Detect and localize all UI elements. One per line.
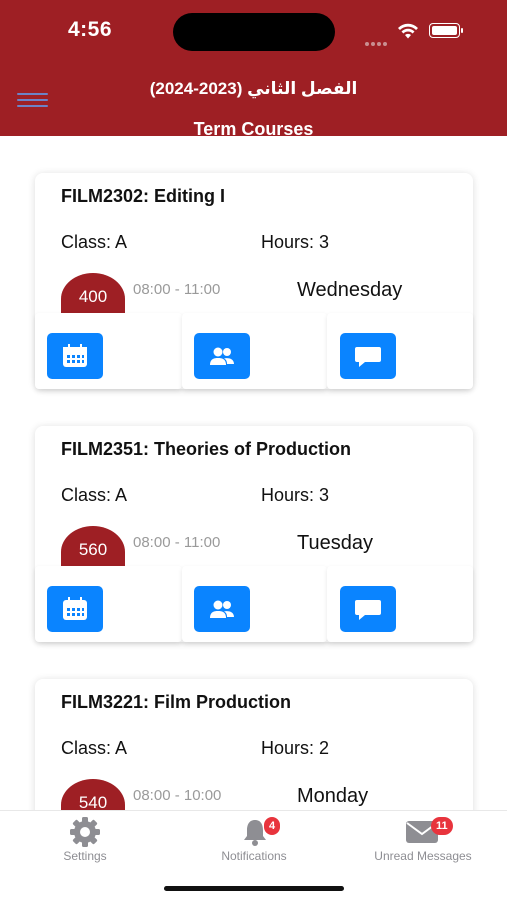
course-time: 08:00 - 10:00 (133, 787, 222, 804)
students-button[interactable] (194, 586, 250, 632)
messages-badge: 11 (431, 817, 453, 835)
people-icon (210, 347, 234, 365)
course-day: Monday (297, 785, 369, 807)
calendar-icon (63, 344, 87, 367)
action-cell (182, 566, 327, 642)
tab-notifications[interactable]: 4 Notifications (204, 811, 304, 871)
term-title: الفصل الثاني (2023-2024) (149, 79, 358, 98)
home-indicator (164, 886, 344, 891)
calendar-button[interactable] (47, 586, 103, 632)
dynamic-island (173, 13, 335, 51)
course-hours: Hours: 3 (261, 485, 330, 505)
tab-label: Notifications (221, 849, 287, 863)
chat-button[interactable] (340, 333, 396, 379)
app-header: 4:56 الفصل الثاني (2023-2024) Term Cours… (0, 0, 507, 139)
battery-icon (429, 23, 463, 38)
course-card[interactable]: FILM2302: Editing I Class: A Hours: 3 40… (35, 173, 473, 389)
course-title: FILM2351: Theories of Production (61, 439, 352, 459)
course-class: Class: A (61, 485, 128, 505)
course-time: 08:00 - 11:00 (133, 534, 221, 551)
wifi-icon (398, 23, 418, 39)
course-hours: Hours: 3 (261, 232, 330, 252)
course-day: Wednesday (297, 279, 403, 301)
chat-icon (355, 600, 381, 620)
people-icon (210, 600, 234, 618)
cellular-signal-icon (365, 33, 389, 46)
course-actions (35, 566, 473, 642)
action-cell (182, 313, 327, 389)
course-card[interactable]: FILM3221: Film Production Class: A Hours… (35, 679, 473, 810)
tab-settings[interactable]: Settings (45, 811, 125, 871)
tab-label: Unread Messages (374, 849, 472, 863)
status-time: 4:56 (68, 18, 113, 41)
course-class: Class: A (61, 738, 128, 758)
course-time: 08:00 - 11:00 (133, 281, 221, 298)
notifications-badge: 4 (264, 817, 281, 835)
chat-icon (355, 347, 381, 367)
room-badge: 540 (61, 779, 125, 810)
students-button[interactable] (194, 333, 250, 379)
course-hours: Hours: 2 (261, 738, 330, 758)
action-cell (35, 566, 182, 642)
action-cell (327, 313, 473, 389)
action-cell (327, 566, 473, 642)
action-cell (35, 313, 182, 389)
tab-label: Settings (63, 849, 107, 863)
course-actions (35, 313, 473, 389)
course-class: Class: A (61, 232, 128, 252)
course-title: FILM2302: Editing I (61, 186, 226, 206)
course-list[interactable]: FILM2302: Editing I Class: A Hours: 3 40… (0, 136, 507, 810)
course-title: FILM3221: Film Production (61, 692, 292, 712)
gear-icon (70, 817, 100, 847)
course-card[interactable]: FILM2351: Theories of Production Class: … (35, 426, 473, 642)
tab-unread-messages[interactable]: 11 Unread Messages (364, 811, 482, 871)
chat-button[interactable] (340, 586, 396, 632)
calendar-button[interactable] (47, 333, 103, 379)
calendar-icon (63, 597, 87, 620)
course-day: Tuesday (297, 532, 373, 554)
